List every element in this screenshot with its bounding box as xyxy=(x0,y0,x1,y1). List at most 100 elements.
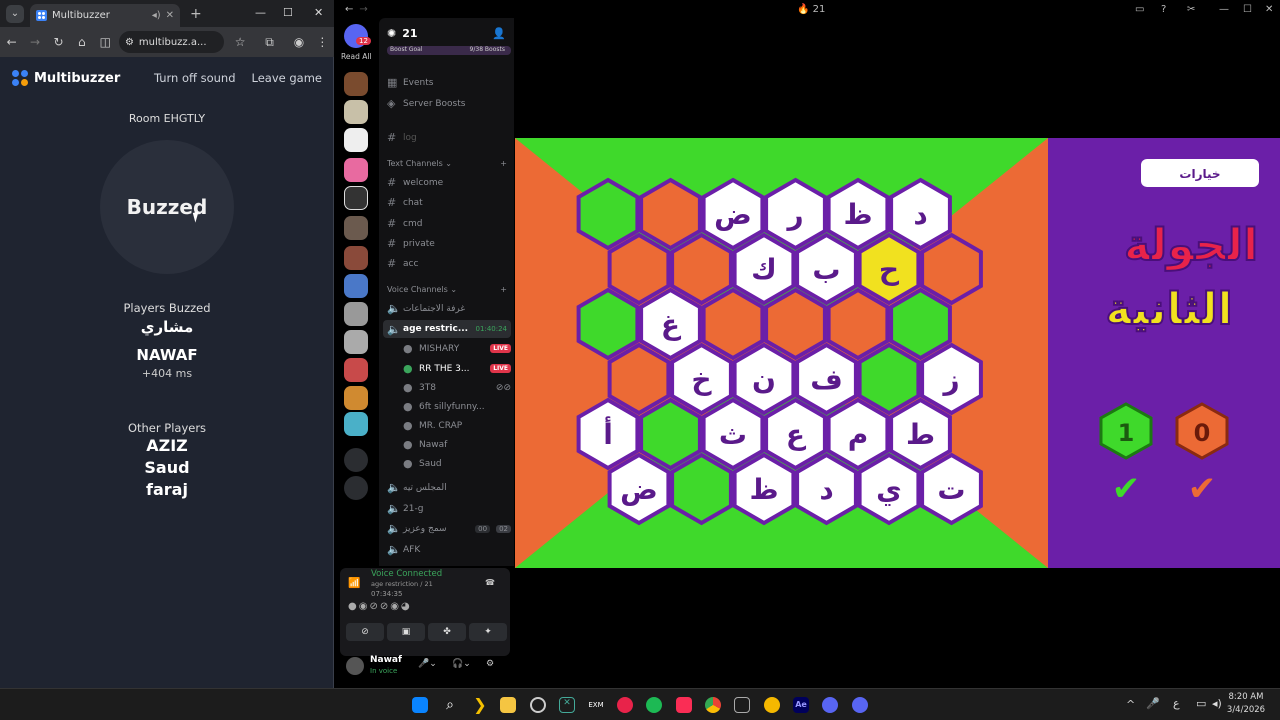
voice-member-2[interactable]: ● RR THE 3... LIVE xyxy=(403,362,511,375)
voice-channel-listen[interactable]: 🔈 سمج وعزيز 00 02 xyxy=(387,522,511,535)
discover-icon[interactable] xyxy=(344,476,368,500)
media-player-icon[interactable] xyxy=(617,697,633,713)
after-effects-icon[interactable]: Ae xyxy=(793,697,809,713)
add-voice-channel-icon[interactable]: + xyxy=(500,285,507,294)
tools-icon[interactable]: ✂ xyxy=(1187,4,1195,15)
server-folder-7[interactable] xyxy=(344,412,368,436)
buzzer-button[interactable]: Buzzed xyxy=(100,140,234,274)
minimize-button[interactable]: — xyxy=(255,6,266,19)
forward-button[interactable]: → xyxy=(23,35,46,49)
server-boosts-item[interactable]: ◈ Server Boosts xyxy=(387,97,511,110)
channel-private[interactable]: # private xyxy=(387,237,511,250)
discord-canary-icon[interactable] xyxy=(852,697,868,713)
clock-date[interactable]: 3/4/2026 xyxy=(1226,705,1266,715)
discord-minimize-button[interactable]: — xyxy=(1219,4,1229,15)
server-folder-5[interactable] xyxy=(344,358,368,382)
server-folder-4[interactable] xyxy=(344,330,368,354)
server-icon-1[interactable] xyxy=(344,72,368,96)
menu-kebab-icon[interactable]: ⋮ xyxy=(311,35,334,49)
server-icon-6[interactable] xyxy=(344,216,368,240)
inbox-icon[interactable]: ▭ xyxy=(1135,4,1144,15)
channel-cmd[interactable]: # cmd xyxy=(387,217,511,230)
emoji-app-icon[interactable] xyxy=(764,697,780,713)
screen-share-button[interactable]: ▣ xyxy=(387,623,425,641)
xbox-icon[interactable]: ✕ xyxy=(559,697,575,713)
voice-member-7[interactable]: ● Saud xyxy=(403,457,511,470)
home-button[interactable]: ⌂ xyxy=(70,35,93,49)
voice-member-1[interactable]: ● MISHARY LIVE xyxy=(403,342,511,355)
profile-avatar[interactable]: ◉ xyxy=(287,35,310,49)
events-item[interactable]: ▦ Events xyxy=(387,76,511,89)
plex-icon[interactable]: ❯ xyxy=(472,697,488,713)
discord-forward-button[interactable]: → xyxy=(359,4,367,15)
spotify-icon[interactable] xyxy=(646,697,662,713)
discord-icon[interactable] xyxy=(822,697,838,713)
camera-off-button[interactable]: ⊘ xyxy=(346,623,384,641)
new-tab-button[interactable]: + xyxy=(190,6,202,22)
voice-channel-21g[interactable]: 🔈 21-g xyxy=(387,502,511,515)
voice-channel-afk[interactable]: 🔈 AFK xyxy=(387,543,511,556)
voice-channel-age-restriction[interactable]: 🔈 age restric... 01:40:24 xyxy=(383,320,511,338)
tray-overflow-icon[interactable]: ^ xyxy=(1126,698,1135,711)
maximize-button[interactable]: ☐ xyxy=(283,6,293,19)
apple-music-icon[interactable] xyxy=(676,697,692,713)
close-window-button[interactable]: ✕ xyxy=(314,6,323,19)
server-icon-3[interactable] xyxy=(344,128,368,152)
add-channel-icon[interactable]: + xyxy=(500,159,507,168)
invite-icon[interactable]: 👤 xyxy=(492,27,506,40)
bookmark-star-icon[interactable]: ☆ xyxy=(228,35,251,49)
file-explorer-icon[interactable] xyxy=(500,697,516,713)
close-tab-icon[interactable]: ✕ xyxy=(166,10,174,21)
microphone-icon[interactable]: 🎤⌄ xyxy=(418,659,437,669)
extensions-icon[interactable]: ⧉ xyxy=(258,35,281,50)
voice-member-5[interactable]: ● MR. CRAP xyxy=(403,419,511,432)
channel-welcome[interactable]: # welcome xyxy=(387,176,511,189)
clock-time[interactable]: 8:20 AM xyxy=(1226,692,1266,702)
discord-back-button[interactable]: ← xyxy=(345,4,353,15)
activities-button[interactable]: ✤ xyxy=(428,623,466,641)
discord-maximize-button[interactable]: ☐ xyxy=(1243,4,1252,15)
voice-channel-path[interactable]: age restriction / 21 xyxy=(371,580,433,588)
read-all-button[interactable]: Read All xyxy=(341,52,372,61)
voice-member-3[interactable]: ● 3T8 ⊘⊘ xyxy=(403,381,511,394)
voice-channel-meetings[interactable]: 🔈 غرفة الاجتماعات xyxy=(387,302,511,315)
volume-icon[interactable]: ◂) xyxy=(1212,697,1222,710)
discord-close-button[interactable]: ✕ xyxy=(1265,4,1273,15)
browser-tab[interactable]: Multibuzzer ◂) ✕ xyxy=(30,4,180,27)
headphones-icon[interactable]: 🎧⌄ xyxy=(452,659,471,669)
back-button[interactable]: ← xyxy=(0,35,23,49)
site-info-icon[interactable]: ⚙ xyxy=(125,37,134,48)
server-folder-1[interactable] xyxy=(344,246,368,270)
network-icon[interactable]: ▭ xyxy=(1196,697,1206,710)
channel-log[interactable]: # log xyxy=(387,131,511,144)
voice-member-4[interactable]: ● 6ft sillyfunny... xyxy=(403,400,511,413)
mic-in-use-icon[interactable]: 🎤 xyxy=(1146,697,1160,710)
disconnect-icon[interactable]: ☎ xyxy=(485,578,495,587)
reload-button[interactable]: ↻ xyxy=(47,35,70,49)
obs-icon[interactable] xyxy=(530,697,546,713)
language-indicator[interactable]: ع xyxy=(1173,697,1180,710)
voice-channels-category[interactable]: Voice Channels ⌄ + xyxy=(387,285,511,294)
server-folder-3[interactable] xyxy=(344,302,368,326)
start-icon[interactable] xyxy=(412,697,428,713)
text-channels-category[interactable]: Text Channels ⌄ + xyxy=(387,159,511,168)
settings-gear-icon[interactable]: ⚙ xyxy=(486,659,494,669)
split-view-icon[interactable]: ◫ xyxy=(94,35,117,49)
server-icon-4[interactable] xyxy=(344,158,368,182)
server-icon-5[interactable] xyxy=(344,186,368,210)
server-icon-2[interactable] xyxy=(344,100,368,124)
boost-goal-bar[interactable]: Boost Goal 9/38 Boosts xyxy=(387,46,511,55)
leave-game-link[interactable]: Leave game xyxy=(252,71,323,85)
server-folder-6[interactable] xyxy=(344,386,368,410)
server-folder-2[interactable] xyxy=(344,274,368,298)
exm-icon[interactable]: EXM xyxy=(588,697,604,713)
channel-acc[interactable]: # acc xyxy=(387,257,511,270)
window-manager-icon[interactable] xyxy=(734,697,750,713)
server-header[interactable]: ✺ 21 👤 xyxy=(379,18,514,48)
avatar[interactable] xyxy=(346,657,364,675)
speaker-icon[interactable]: ◂) xyxy=(152,10,161,21)
tab-search-button[interactable]: ⌄ xyxy=(6,4,24,23)
channel-chat[interactable]: # chat xyxy=(387,196,511,209)
chrome-icon[interactable] xyxy=(705,697,721,713)
help-icon[interactable]: ? xyxy=(1161,4,1166,15)
